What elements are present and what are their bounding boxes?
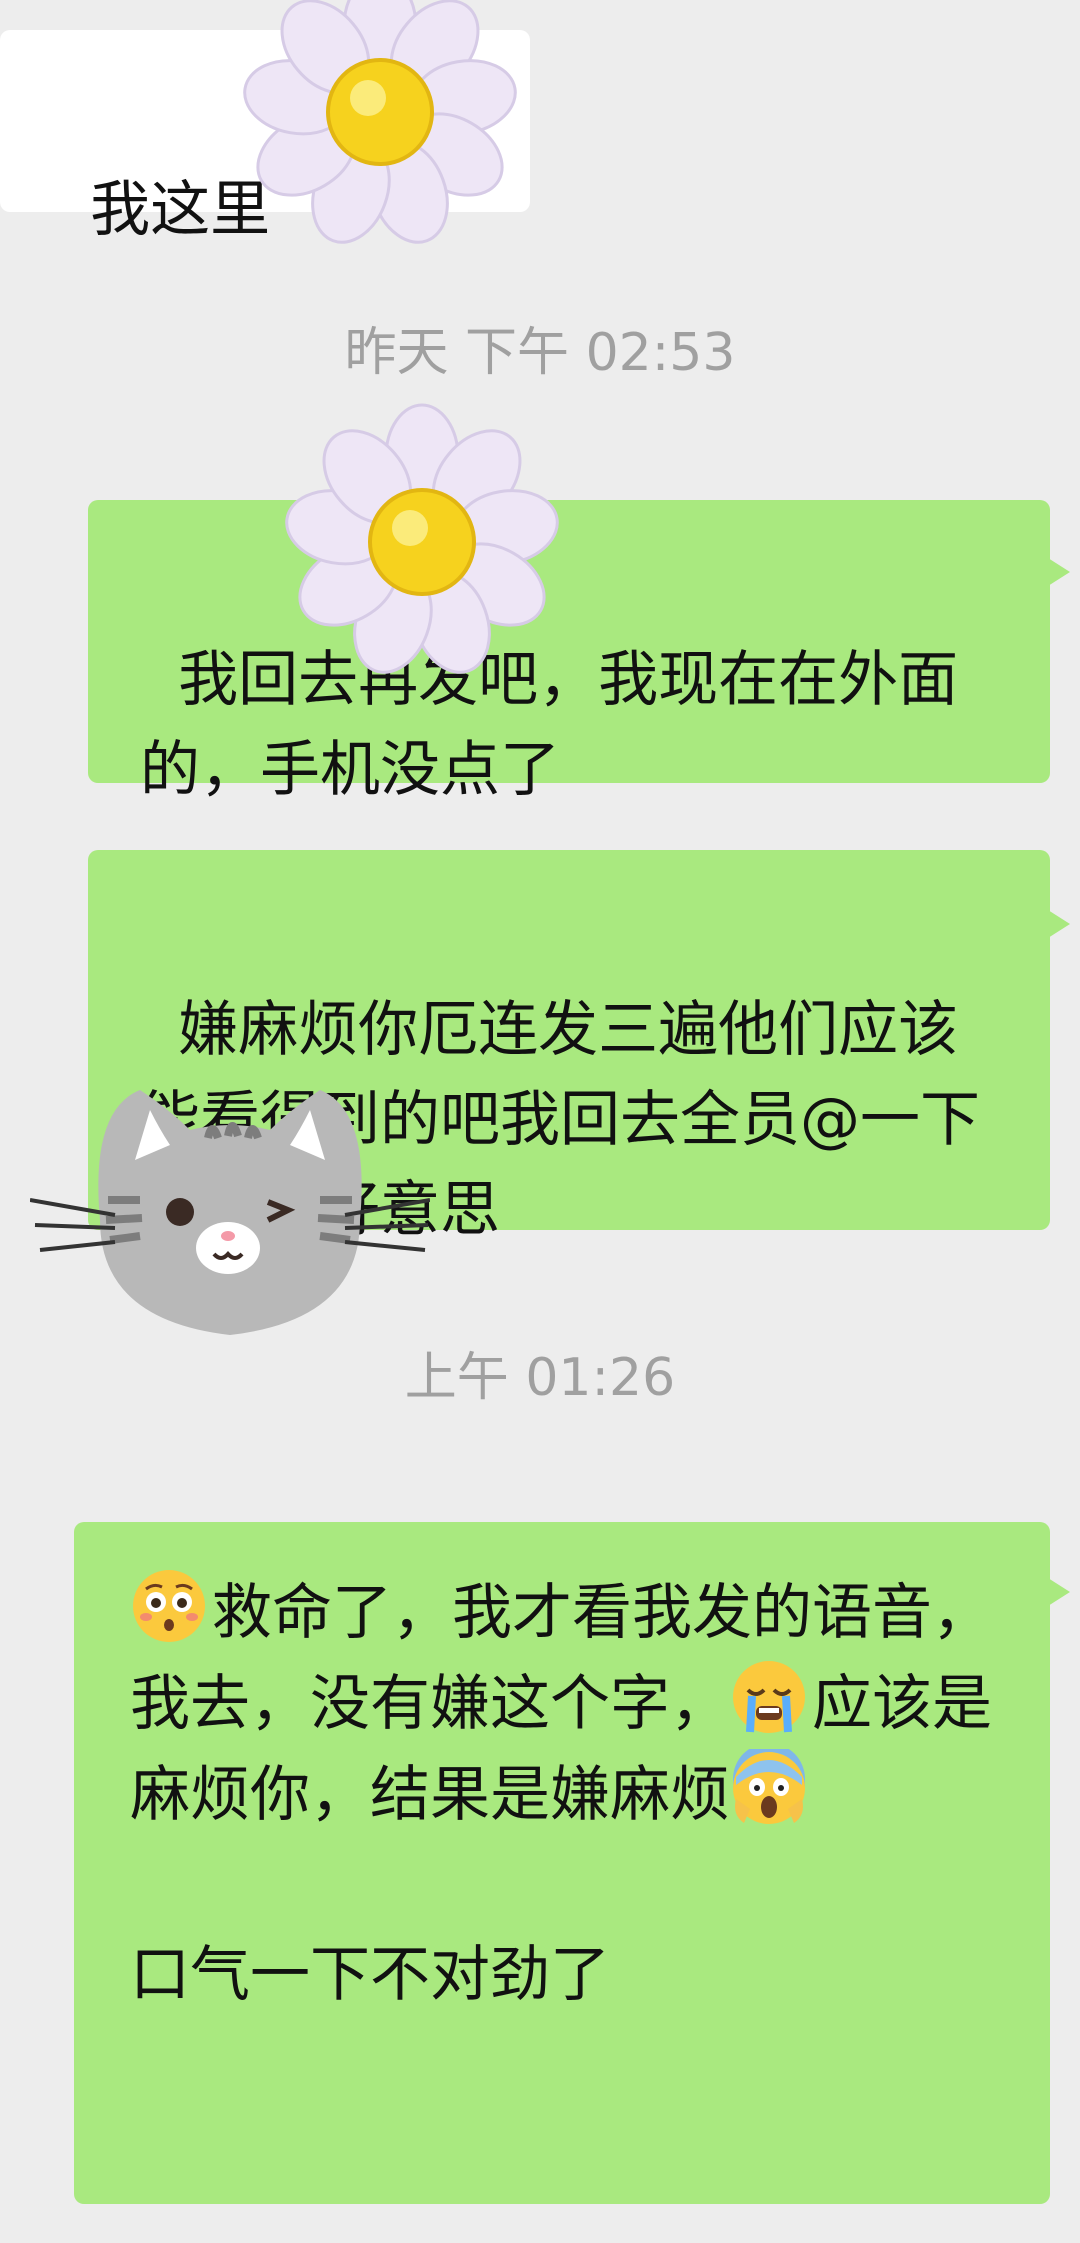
message-text: 口气一下不对劲了	[130, 1940, 610, 2010]
message-text: 我这里	[90, 175, 271, 245]
message-text: 我回去再发吧，我现在在外面的，手机没点了	[140, 645, 959, 805]
timestamp: 昨天 下午 02:53	[344, 323, 736, 383]
message-text: 嫌麻烦你厄连发三遍他们应该能看得到的吧我回去全员@一下好吧不好意思	[140, 995, 980, 1245]
sent-message-bubble[interactable]: 我回去再发吧，我现在在外面的，手机没点了	[88, 500, 1070, 805]
screaming-face-icon	[730, 1743, 808, 1827]
sent-message-bubble[interactable]: 嫌麻烦你厄连发三遍他们应该能看得到的吧我回去全员@一下好吧不好意思	[88, 850, 1070, 1245]
received-message-bubble[interactable]: 我这里	[0, 30, 530, 245]
timestamp: 上午 01:26	[404, 1348, 676, 1408]
crying-face-icon	[730, 1658, 808, 1736]
flushed-face-icon	[130, 1567, 208, 1645]
sent-message-bubble[interactable]: 救命了，我才看我发的语音，我去，没有嫌这个字， 应该是麻烦你，结果是嫌麻烦 口气一…	[74, 1522, 1070, 2204]
